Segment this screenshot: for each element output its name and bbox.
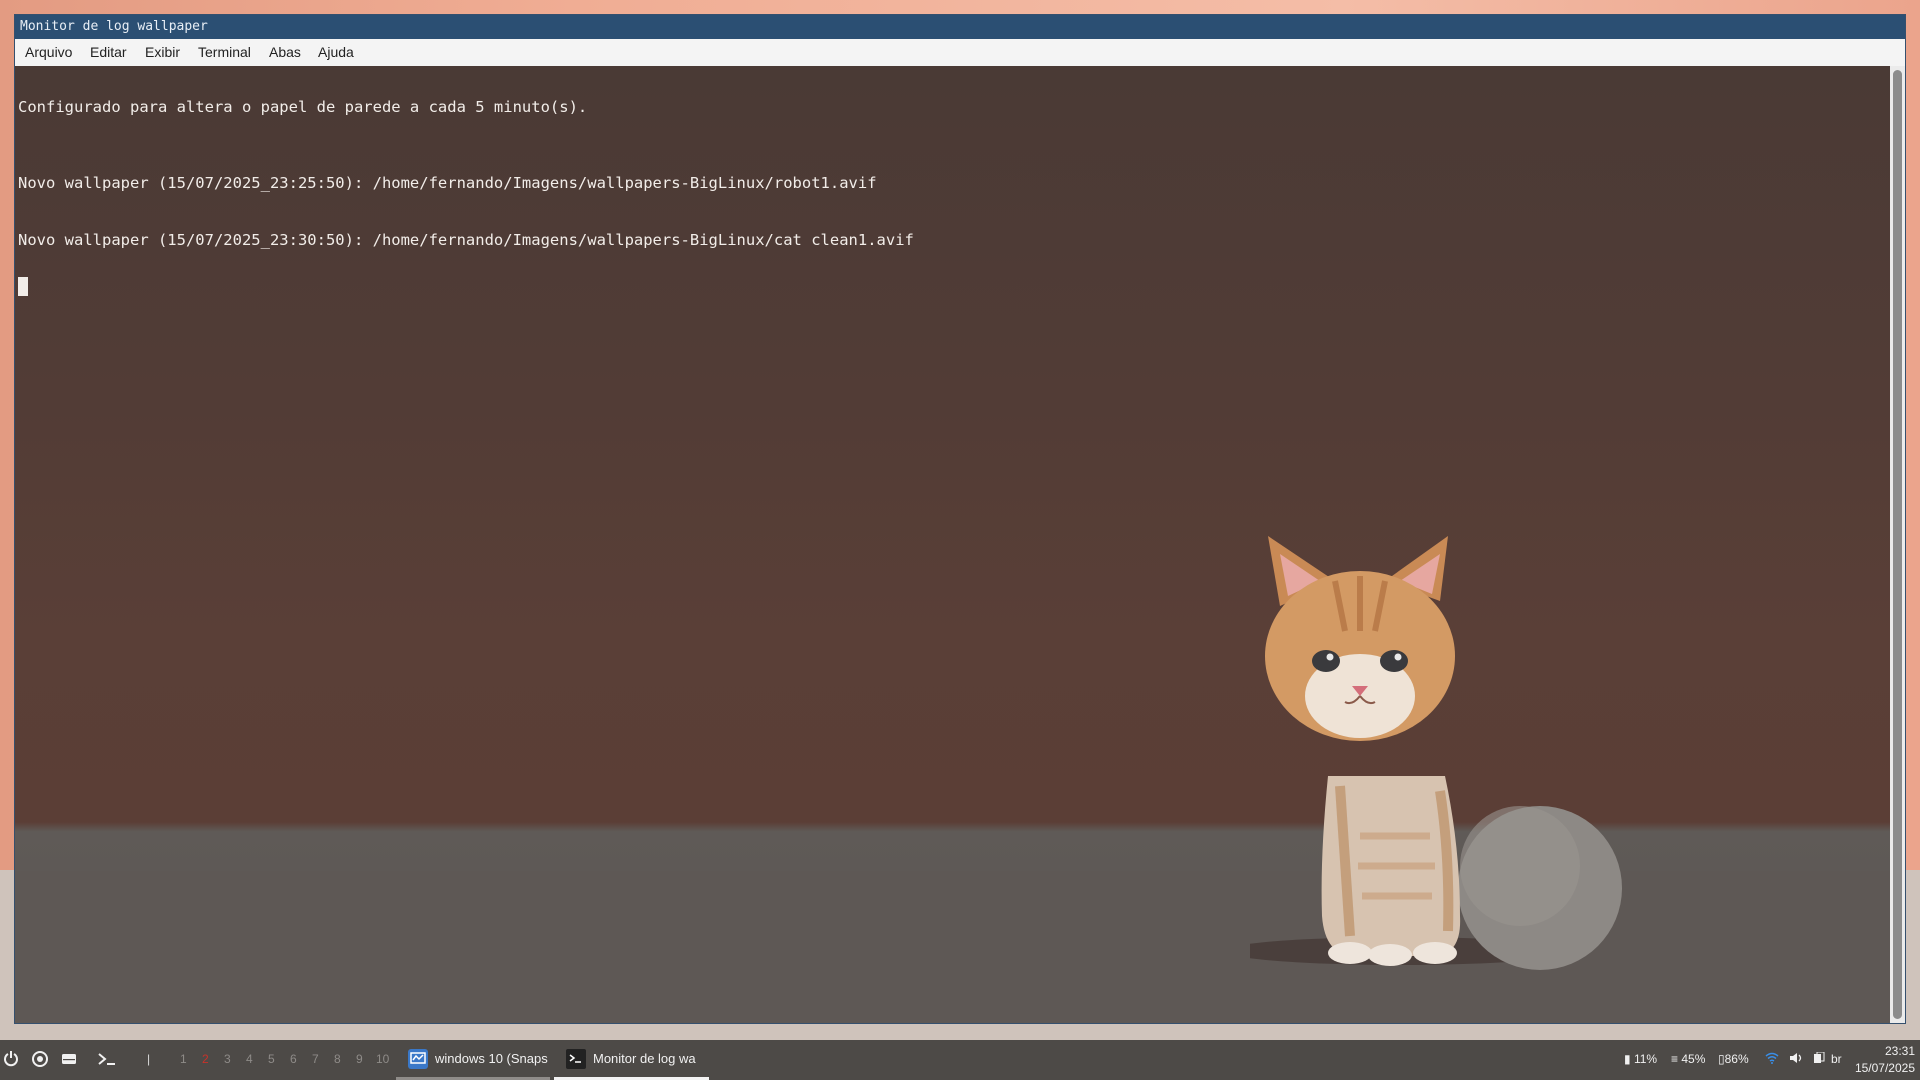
task-monitor-log[interactable]: Monitor de log wa [554,1040,709,1080]
terminal-line: Novo wallpaper (15/07/2025_23:25:50): /h… [18,174,877,192]
power-icon[interactable] [1,1050,21,1070]
terminal-line: Novo wallpaper (15/07/2025_23:30:50): /h… [18,231,914,249]
clipboard-icon[interactable] [1813,1051,1825,1067]
window-titlebar[interactable]: Monitor de log wallpaper [15,15,1905,39]
refresh-icon[interactable] [30,1050,50,1070]
workspace-10[interactable]: 10 [376,1052,389,1066]
volume-icon[interactable] [1789,1052,1804,1067]
workspace-5[interactable]: 5 [268,1052,275,1066]
disk-usage[interactable]: ▮ 11% [1624,1052,1657,1066]
task-label: Monitor de log wa [593,1051,696,1066]
monitor-app-icon [408,1049,428,1069]
battery-icon: ▯ [1718,1052,1725,1066]
wifi-icon[interactable] [1765,1052,1779,1067]
drive-icon[interactable] [59,1050,79,1070]
taskbar: | 1 2 3 4 5 6 7 8 9 10 windows 10 (Snaps… [0,1040,1920,1080]
scrollbar-thumb[interactable] [1893,70,1902,1019]
battery-status[interactable]: ▯86% [1718,1052,1749,1066]
workspace-3[interactable]: 3 [224,1052,231,1066]
menu-arquivo[interactable]: Arquivo [25,44,72,60]
menu-terminal[interactable]: Terminal [198,44,251,60]
memory-usage[interactable]: ≡ 45% [1671,1052,1705,1066]
disk-usage-value: 11% [1633,1052,1658,1066]
window-title: Monitor de log wallpaper [20,19,208,34]
terminal-icon[interactable] [97,1050,117,1070]
clock-date: 15/07/2025 [1854,1061,1915,1075]
memory-icon: ≡ [1671,1052,1679,1066]
terminal-line: Configurado para altera o papel de pared… [18,98,588,116]
kitten-illustration [1250,536,1622,970]
disk-icon: ▮ [1624,1052,1631,1066]
terminal-output[interactable]: Configurado para altera o papel de pared… [15,66,1890,1023]
workspace-2-active[interactable]: 2 [202,1052,209,1066]
menu-ajuda[interactable]: Ajuda [318,44,354,60]
workspace-7[interactable]: 7 [312,1052,319,1066]
terminal-window[interactable]: Monitor de log wallpaper Arquivo Editar … [15,15,1905,1023]
menu-bar: Arquivo Editar Exibir Terminal Abas Ajud… [15,39,1905,67]
workspace-4[interactable]: 4 [246,1052,253,1066]
workspace-1[interactable]: 1 [180,1052,187,1066]
task-windows10[interactable]: windows 10 (Snaps [396,1040,550,1080]
clock[interactable]: 23:31 15/07/2025 [1848,1042,1920,1078]
menu-exibir[interactable]: Exibir [145,44,180,60]
workspace-6[interactable]: 6 [290,1052,297,1066]
battery-value: 86% [1724,1052,1749,1066]
terminal-app-icon [566,1049,586,1069]
memory-usage-value: 45% [1681,1052,1706,1066]
workspace-8[interactable]: 8 [334,1052,341,1066]
terminal-cursor [18,277,28,296]
workspace-9[interactable]: 9 [356,1052,363,1066]
clock-time: 23:31 [1884,1044,1915,1058]
terminal-scrollbar[interactable] [1890,66,1905,1023]
taskbar-separator: | [147,1052,151,1066]
menu-abas[interactable]: Abas [269,44,301,60]
menu-editar[interactable]: Editar [90,44,127,60]
task-label: windows 10 (Snaps [435,1051,548,1066]
keyboard-layout[interactable]: br [1831,1052,1842,1066]
